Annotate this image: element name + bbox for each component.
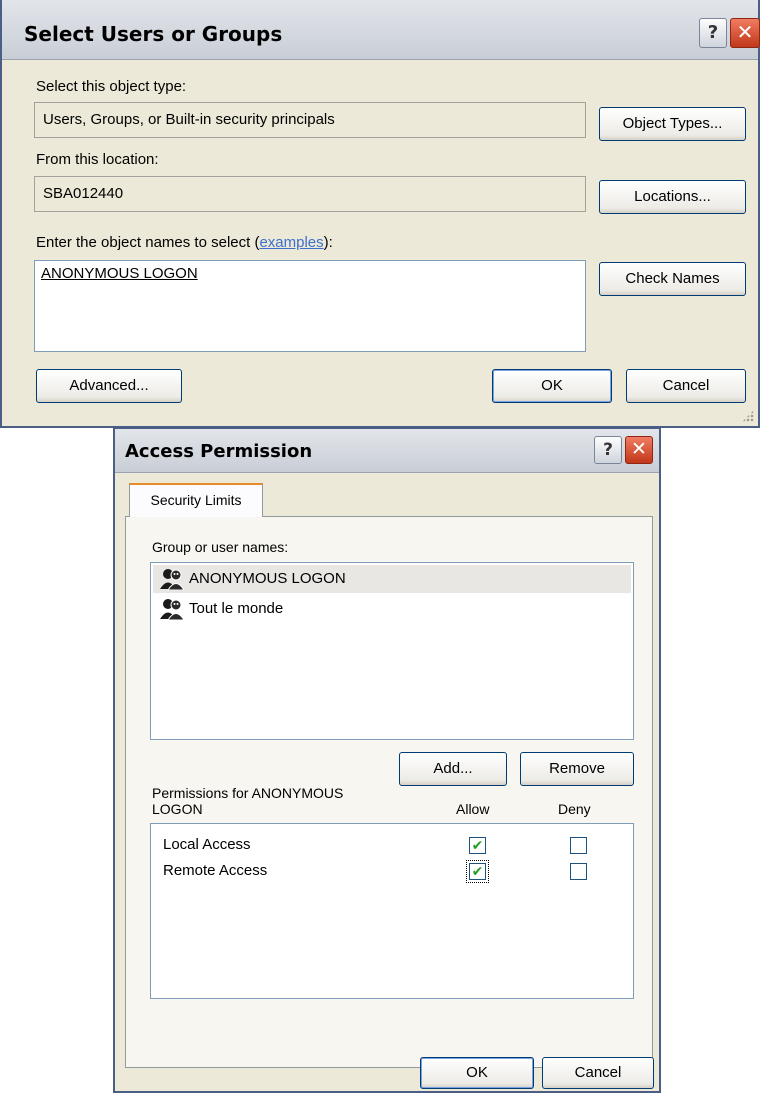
deny-checkbox[interactable] xyxy=(570,837,587,854)
allow-column-header: Allow xyxy=(456,801,490,817)
permissions-list: Local Access ✔ Remote Access ✔ xyxy=(150,823,634,999)
permissions-label: Permissions for ANONYMOUS LOGON xyxy=(152,785,343,817)
tab-security-limits[interactable]: Security Limits xyxy=(129,483,263,517)
list-item[interactable]: Tout le monde xyxy=(153,595,631,623)
location-label: From this location: xyxy=(36,151,159,168)
close-button[interactable]: ✕ xyxy=(625,436,653,464)
object-type-field: Users, Groups, or Built-in security prin… xyxy=(34,102,586,138)
locations-button[interactable]: Locations... xyxy=(599,180,746,214)
select-users-dialog: Select Users or Groups ? ✕ Select this o… xyxy=(0,0,760,428)
examples-link[interactable]: examples xyxy=(259,234,323,251)
user-name: ANONYMOUS LOGON xyxy=(189,570,346,587)
advanced-button[interactable]: Advanced... xyxy=(36,369,182,403)
allow-checkbox[interactable]: ✔ xyxy=(466,860,489,883)
permission-name: Local Access xyxy=(163,836,251,853)
object-type-label-text: Select this object type: xyxy=(36,78,187,95)
deny-checkbox[interactable] xyxy=(570,863,587,880)
enter-names-label: Enter the object names to select (exampl… xyxy=(36,234,333,251)
close-button[interactable]: ✕ xyxy=(730,18,760,48)
access-permission-dialog: Access Permission ? ✕ Security Limits Gr… xyxy=(113,428,661,1093)
help-button[interactable]: ? xyxy=(594,436,622,464)
permission-row: Local Access ✔ xyxy=(163,836,623,858)
cancel-button[interactable]: Cancel xyxy=(626,369,746,403)
user-name: Tout le monde xyxy=(189,600,284,617)
dialog-title: Select Users or Groups xyxy=(24,22,283,46)
permissions-label-line1: Permissions for ANONYMOUS xyxy=(152,785,344,801)
allow-checkbox[interactable]: ✔ xyxy=(469,837,486,854)
group-names-label: Group or user names: xyxy=(152,539,289,555)
check-names-button[interactable]: Check Names xyxy=(599,262,746,296)
object-type-label: Select this object type: xyxy=(36,78,186,95)
list-item[interactable]: ANONYMOUS LOGON xyxy=(153,565,631,593)
ok-button[interactable]: OK xyxy=(420,1057,534,1089)
enter-names-label-suffix: ): xyxy=(323,234,333,251)
cancel-button[interactable]: Cancel xyxy=(542,1057,654,1089)
help-button[interactable]: ? xyxy=(699,18,727,48)
permission-row: Remote Access ✔ xyxy=(163,860,623,884)
object-names-input[interactable]: ANONYMOUS LOGON xyxy=(34,260,586,352)
permissions-label-line2: LOGON xyxy=(152,801,203,817)
user-group-icon xyxy=(160,599,185,620)
object-types-button[interactable]: Object Types... xyxy=(599,107,746,141)
ok-button[interactable]: OK xyxy=(492,369,612,403)
permission-name: Remote Access xyxy=(163,862,268,879)
title-bar[interactable]: Select Users or Groups ? ✕ xyxy=(2,0,760,60)
remove-button[interactable]: Remove xyxy=(520,752,634,786)
resolved-name: ANONYMOUS LOGON xyxy=(41,265,198,282)
enter-names-label-text: Enter the object names to select ( xyxy=(36,234,260,251)
tab-panel: Group or user names: ANONYMOUS LOGON Tou… xyxy=(125,516,653,1068)
user-list[interactable]: ANONYMOUS LOGON Tout le monde xyxy=(150,562,634,740)
title-bar[interactable]: Access Permission ? ✕ xyxy=(115,429,659,473)
deny-column-header: Deny xyxy=(558,801,591,817)
location-field: SBA012440 xyxy=(34,176,586,212)
user-group-icon xyxy=(160,569,185,590)
dialog-title: Access Permission xyxy=(125,441,313,462)
resize-grip-icon[interactable] xyxy=(742,410,754,422)
add-button[interactable]: Add... xyxy=(399,752,507,786)
